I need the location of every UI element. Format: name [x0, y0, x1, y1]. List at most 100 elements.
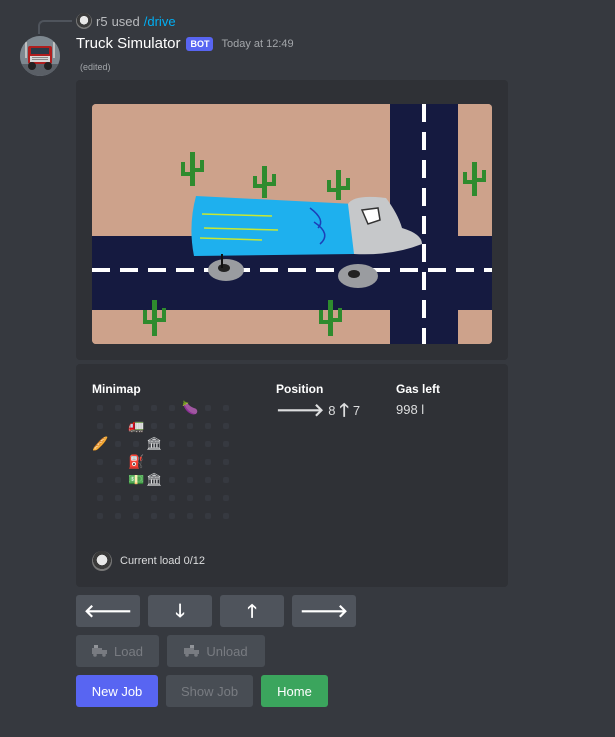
- minimap-empty-tile: [205, 495, 211, 501]
- show-job-button[interactable]: Show Job: [166, 675, 253, 707]
- truck-unload-icon: [184, 645, 200, 657]
- truck-player-icon: 🚛: [128, 418, 145, 433]
- bank-icon: 🏛: [146, 436, 163, 451]
- minimap-empty-tile: [205, 405, 211, 411]
- eggplant-icon: 🍆: [182, 400, 199, 415]
- minimap-empty-tile: [97, 423, 103, 429]
- minimap-empty-tile: [169, 441, 175, 447]
- minimap-empty-tile: [115, 495, 121, 501]
- arrow-down-icon: 🡓: [175, 601, 185, 621]
- footer-avatar: [92, 551, 112, 571]
- replied-username[interactable]: r5: [96, 14, 108, 29]
- new-job-button[interactable]: New Job: [76, 675, 158, 707]
- minimap-empty-tile: [169, 477, 175, 483]
- minimap-label: Minimap: [92, 382, 141, 396]
- minimap-empty-tile: [97, 477, 103, 483]
- arrow-up-icon: 🡑: [247, 601, 257, 621]
- position-value: 🡒 8 🡑 7: [276, 401, 360, 419]
- minimap-empty-tile: [151, 459, 157, 465]
- minimap-grid: 🍆 🚛 🥖 🏛 ⛽ 🏛 💵: [92, 400, 236, 526]
- minimap-empty-tile: [97, 459, 103, 465]
- minimap-empty-tile: [133, 441, 139, 447]
- minimap-empty-tile: [115, 423, 121, 429]
- move-down-button[interactable]: 🡓: [148, 595, 212, 627]
- arrow-right-icon: 🡒: [299, 601, 349, 621]
- bank-icon: 🏛: [146, 472, 163, 487]
- arrow-left-icon: 🡐: [83, 601, 133, 621]
- minimap-empty-tile: [133, 495, 139, 501]
- minimap-empty-tile: [223, 513, 229, 519]
- gas-label: Gas left: [396, 382, 441, 396]
- slash-command-link[interactable]: /drive: [144, 14, 176, 29]
- minimap-empty-tile: [133, 513, 139, 519]
- minimap-empty-tile: [151, 495, 157, 501]
- game-scene-drawing: [92, 104, 492, 344]
- replied-user-avatar[interactable]: [76, 13, 92, 29]
- position-x: 8: [328, 402, 336, 418]
- minimap-empty-tile: [115, 477, 121, 483]
- minimap-empty-tile: [169, 495, 175, 501]
- minimap-empty-tile: [115, 459, 121, 465]
- minimap-empty-tile: [115, 441, 121, 447]
- minimap-empty-tile: [97, 405, 103, 411]
- edited-indicator: (edited): [80, 62, 111, 72]
- minimap-empty-tile: [97, 495, 103, 501]
- reply-context[interactable]: r5 used /drive: [76, 13, 176, 29]
- move-right-button[interactable]: 🡒: [292, 595, 356, 627]
- minimap-empty-tile: [97, 513, 103, 519]
- minimap-empty-tile: [223, 477, 229, 483]
- unload-label: Unload: [206, 643, 248, 659]
- minimap-empty-tile: [151, 405, 157, 411]
- current-load-text: Current load 0/12: [120, 555, 205, 567]
- truck-load-icon: [92, 645, 108, 657]
- minimap-empty-tile: [115, 513, 121, 519]
- minimap-empty-tile: [223, 441, 229, 447]
- reply-used-text: used: [111, 13, 140, 29]
- money-icon: 💵: [128, 472, 145, 487]
- minimap-empty-tile: [205, 513, 211, 519]
- load-label: Load: [114, 643, 143, 659]
- scene-embed: [76, 80, 508, 360]
- minimap-empty-tile: [187, 423, 193, 429]
- bot-badge: BOT: [186, 36, 214, 51]
- minimap-empty-tile: [223, 459, 229, 465]
- arrow-right-icon: 🡒: [276, 400, 325, 420]
- stats-embed: Minimap 🍆 🚛 🥖 🏛 ⛽ 🏛 💵 Position 🡒 8 🡑 7 Gas lef…: [76, 364, 508, 587]
- minimap-empty-tile: [223, 423, 229, 429]
- minimap-empty-tile: [151, 423, 157, 429]
- load-button[interactable]: Load: [76, 635, 159, 667]
- minimap-empty-tile: [223, 495, 229, 501]
- minimap-empty-tile: [187, 477, 193, 483]
- minimap-empty-tile: [169, 423, 175, 429]
- minimap-empty-tile: [169, 405, 175, 411]
- home-button[interactable]: Home: [261, 675, 328, 707]
- minimap-empty-tile: [115, 405, 121, 411]
- minimap-empty-tile: [133, 405, 139, 411]
- minimap-empty-tile: [187, 441, 193, 447]
- message-header: Truck Simulator BOT Today at 12:49: [76, 35, 294, 52]
- embed-footer: Current load 0/12: [92, 551, 205, 571]
- unload-button[interactable]: Unload: [167, 635, 265, 667]
- position-label: Position: [276, 382, 324, 396]
- minimap-empty-tile: [187, 459, 193, 465]
- game-scene-image[interactable]: [92, 104, 492, 344]
- minimap-empty-tile: [205, 477, 211, 483]
- fuel-pump-icon: ⛽: [128, 454, 145, 469]
- gas-value: 998 l: [396, 402, 425, 417]
- minimap-empty-tile: [169, 459, 175, 465]
- minimap-empty-tile: [187, 495, 193, 501]
- minimap-empty-tile: [187, 513, 193, 519]
- red-truck-avatar-icon: [20, 36, 60, 76]
- bot-username[interactable]: Truck Simulator: [76, 35, 180, 52]
- bot-avatar[interactable]: [20, 36, 60, 76]
- minimap-empty-tile: [169, 513, 175, 519]
- message-timestamp[interactable]: Today at 12:49: [221, 38, 293, 50]
- minimap-empty-tile: [205, 441, 211, 447]
- minimap-empty-tile: [205, 459, 211, 465]
- bread-icon: 🥖: [92, 436, 109, 451]
- position-y: 7: [352, 402, 361, 418]
- minimap-empty-tile: [223, 405, 229, 411]
- minimap-empty-tile: [151, 513, 157, 519]
- move-left-button[interactable]: 🡐: [76, 595, 140, 627]
- move-up-button[interactable]: 🡑: [220, 595, 284, 627]
